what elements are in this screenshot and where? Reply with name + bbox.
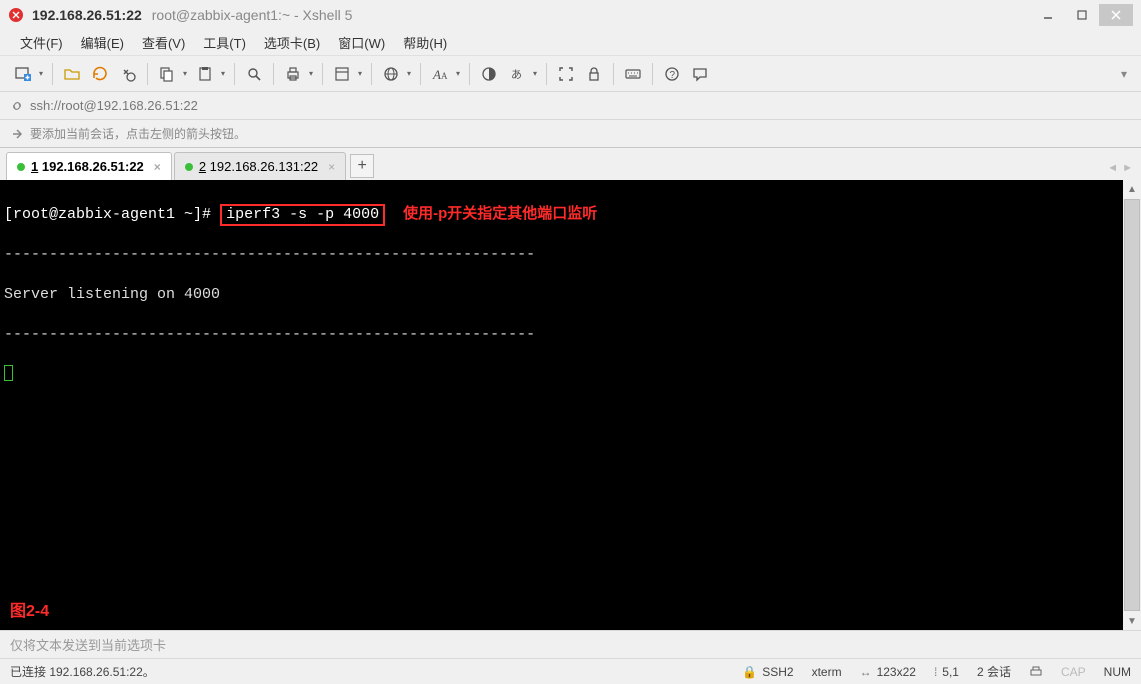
address-text: ssh://root@192.168.26.51:22 [30, 98, 198, 113]
close-button[interactable] [1099, 4, 1133, 26]
app-icon [8, 7, 24, 23]
terminal-prompt: [root@zabbix-agent1 ~]# [4, 206, 211, 223]
compose-placeholder: 仅将文本发送到当前选项卡 [10, 635, 166, 654]
session-tab-2[interactable]: 2 192.168.26.131:22 × [174, 152, 346, 180]
menu-help[interactable]: 帮助(H) [395, 30, 455, 55]
scroll-thumb[interactable] [1124, 199, 1140, 611]
color-scheme-button[interactable] [476, 61, 502, 87]
lock-button[interactable] [581, 61, 607, 87]
session-tab-1[interactable]: 1 192.168.26.51:22 × [6, 152, 172, 180]
menubar: 文件(F) 编辑(E) 查看(V) 工具(T) 选项卡(B) 窗口(W) 帮助(… [0, 30, 1141, 56]
svg-text:?: ? [670, 70, 676, 81]
hint-text: 要添加当前会话，点击左侧的箭头按钮。 [30, 125, 246, 142]
tab-close-icon[interactable]: × [328, 160, 335, 174]
toolbar: AA あ ? ▾ [0, 56, 1141, 92]
svg-text:A: A [441, 71, 448, 81]
tab-next-icon[interactable]: ► [1122, 162, 1133, 174]
titlebar: 192.168.26.51:22 root@zabbix-agent1:~ - … [0, 0, 1141, 30]
maximize-button[interactable] [1065, 4, 1099, 26]
status-connection: 已连接 192.168.26.51:22。 [10, 663, 155, 680]
toolbar-separator [420, 63, 421, 85]
menu-window[interactable]: 窗口(W) [330, 30, 393, 55]
menu-view[interactable]: 查看(V) [134, 30, 193, 55]
tab-nav: ◄ ► [1107, 162, 1133, 174]
menu-tools[interactable]: 工具(T) [195, 30, 254, 55]
copy-button[interactable] [154, 61, 190, 87]
tab-label: 2 192.168.26.131:22 [199, 159, 318, 174]
paste-button[interactable] [192, 61, 228, 87]
toolbar-separator [469, 63, 470, 85]
status-cap: CAP [1061, 665, 1086, 679]
link-icon [10, 99, 24, 113]
toolbar-separator [613, 63, 614, 85]
open-button[interactable] [59, 61, 85, 87]
title-rest: root@zabbix-agent1:~ - Xshell 5 [152, 7, 353, 23]
new-session-button[interactable] [10, 61, 46, 87]
status-dot-icon [17, 163, 25, 171]
compose-input[interactable]: 仅将文本发送到当前选项卡 [0, 630, 1141, 658]
fullscreen-button[interactable] [553, 61, 579, 87]
tab-prev-icon[interactable]: ◄ [1107, 162, 1118, 174]
statusbar: 已连接 192.168.26.51:22。 🔒SSH2 xterm ↔123x2… [0, 658, 1141, 684]
font-button[interactable]: AA [427, 61, 463, 87]
lock-icon: 🔒 [742, 665, 757, 679]
toolbar-separator [652, 63, 653, 85]
keyboard-button[interactable] [620, 61, 646, 87]
toolbar-overflow[interactable]: ▾ [1117, 67, 1131, 81]
toolbar-separator [234, 63, 235, 85]
feedback-button[interactable] [687, 61, 713, 87]
menu-tabs[interactable]: 选项卡(B) [256, 30, 328, 55]
session-tabs: 1 192.168.26.51:22 × 2 192.168.26.131:22… [0, 148, 1141, 180]
toolbar-separator [322, 63, 323, 85]
tab-close-icon[interactable]: × [154, 160, 161, 174]
arrow-right-icon[interactable] [10, 127, 24, 141]
minimize-button[interactable] [1031, 4, 1065, 26]
status-size: ↔123x22 [860, 665, 916, 679]
hintbar: 要添加当前会话，点击左侧的箭头按钮。 [0, 120, 1141, 148]
title-active: 192.168.26.51:22 [32, 7, 142, 23]
window-buttons [1031, 4, 1133, 26]
menu-edit[interactable]: 编辑(E) [73, 30, 132, 55]
svg-text:あ: あ [511, 68, 522, 81]
scroll-up-icon[interactable]: ▲ [1123, 180, 1141, 198]
tab-label: 1 192.168.26.51:22 [31, 159, 144, 174]
terminal-line: ----------------------------------------… [4, 245, 1119, 265]
annotation-text: 使用-p开关指定其他端口监听 [403, 205, 597, 222]
terminal-line: Server listening on 4000 [4, 285, 1119, 305]
toolbar-separator [371, 63, 372, 85]
reconnect-button[interactable] [87, 61, 113, 87]
cursor-pos-icon: ⁞ [934, 665, 937, 679]
properties-button[interactable] [329, 61, 365, 87]
status-num: NUM [1104, 665, 1131, 679]
status-cursor: ⁞5,1 [934, 665, 959, 679]
web-button[interactable] [378, 61, 414, 87]
toolbar-separator [546, 63, 547, 85]
find-button[interactable] [241, 61, 267, 87]
scroll-down-icon[interactable]: ▼ [1123, 612, 1141, 630]
status-sessions: 2 会话 [977, 663, 1011, 680]
command-highlight: iperf3 -s -p 4000 [220, 204, 385, 226]
disconnect-button[interactable] [115, 61, 141, 87]
svg-text:A: A [432, 67, 441, 82]
figure-label: 图2-4 [10, 602, 49, 622]
terminal-container: [root@zabbix-agent1 ~]# iperf3 -s -p 400… [0, 180, 1141, 630]
encoding-button[interactable]: あ [504, 61, 540, 87]
status-term: xterm [812, 665, 842, 679]
status-print-icon[interactable] [1029, 665, 1043, 679]
toolbar-separator [52, 63, 53, 85]
status-dot-icon [185, 163, 193, 171]
addressbar[interactable]: ssh://root@192.168.26.51:22 [0, 92, 1141, 120]
terminal-scrollbar[interactable]: ▲ ▼ [1123, 180, 1141, 630]
terminal-line: ----------------------------------------… [4, 325, 1119, 345]
toolbar-separator [273, 63, 274, 85]
print-button[interactable] [280, 61, 316, 87]
toolbar-separator [147, 63, 148, 85]
status-protocol: 🔒SSH2 [742, 665, 793, 679]
help-button[interactable]: ? [659, 61, 685, 87]
cursor-icon [4, 365, 13, 381]
tab-add-button[interactable]: + [350, 154, 374, 178]
menu-file[interactable]: 文件(F) [12, 30, 71, 55]
terminal[interactable]: [root@zabbix-agent1 ~]# iperf3 -s -p 400… [0, 180, 1123, 630]
size-icon: ↔ [860, 665, 872, 679]
